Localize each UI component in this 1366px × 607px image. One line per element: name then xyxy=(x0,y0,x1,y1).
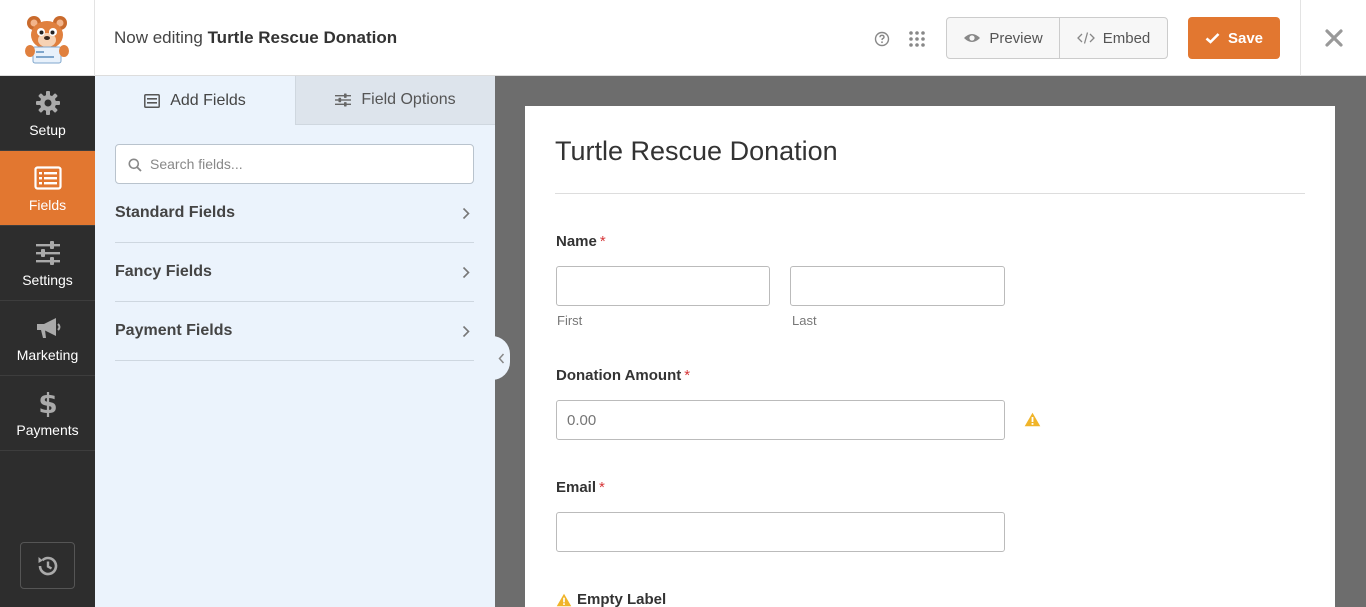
history-icon xyxy=(38,556,57,575)
nav-label-fields: Fields xyxy=(28,196,67,213)
name-label-text: Name xyxy=(556,233,597,250)
email-field-label[interactable]: Email * xyxy=(556,479,605,496)
warning-icon xyxy=(556,593,572,606)
fields-list-icon xyxy=(33,165,62,190)
search-fields-input[interactable] xyxy=(150,145,460,183)
embed-button[interactable]: Embed xyxy=(1060,18,1167,58)
search-icon xyxy=(128,158,142,172)
builder-sidebar: Setup Fields Settings Marketing $ Paymen… xyxy=(0,76,95,607)
form-title: Turtle Rescue Donation xyxy=(555,136,838,166)
megaphone-icon xyxy=(36,317,60,338)
preview-label: Preview xyxy=(989,29,1043,47)
first-sublabel: First xyxy=(557,313,583,328)
bear-logo-icon xyxy=(25,16,69,64)
nav-item-settings[interactable]: Settings xyxy=(0,226,95,301)
name-field-label[interactable]: Name * xyxy=(556,233,606,250)
gear-icon xyxy=(35,90,60,115)
close-button[interactable] xyxy=(1300,0,1366,76)
revisions-button[interactable] xyxy=(20,542,75,589)
form-title-divider xyxy=(555,193,1305,194)
fancy-fields-group[interactable]: Fancy Fields xyxy=(115,243,474,302)
chevron-left-icon xyxy=(497,353,504,363)
required-asterisk: * xyxy=(599,479,605,496)
donation-label-text: Donation Amount xyxy=(556,367,682,384)
form-preview-card: Turtle Rescue Donation Name * First Last … xyxy=(525,106,1335,607)
eye-icon xyxy=(964,34,981,42)
nav-label-setup: Setup xyxy=(29,121,66,138)
save-label: Save xyxy=(1227,29,1264,47)
options-sliders-icon xyxy=(335,93,352,107)
apps-grid-icon[interactable] xyxy=(908,30,926,48)
nav-item-setup[interactable]: Setup xyxy=(0,76,95,151)
chevron-right-icon xyxy=(462,266,470,278)
nav-label-marketing: Marketing xyxy=(16,346,79,363)
warning-icon xyxy=(1024,412,1041,427)
embed-label: Embed xyxy=(1102,29,1151,47)
preview-embed-group: Preview Embed xyxy=(946,17,1168,59)
standard-fields-group[interactable]: Standard Fields xyxy=(115,184,474,243)
nav-item-marketing[interactable]: Marketing xyxy=(0,301,95,376)
page-title: Now editing Turtle Rescue Donation xyxy=(114,28,397,48)
group-label-fancy: Fancy Fields xyxy=(115,263,212,280)
nav-label-settings: Settings xyxy=(22,271,73,288)
tab-add-fields[interactable]: Add Fields xyxy=(95,76,295,125)
help-icon[interactable] xyxy=(873,30,891,48)
group-label-payment: Payment Fields xyxy=(115,322,233,339)
email-input[interactable] xyxy=(556,512,1005,552)
code-icon xyxy=(1076,32,1095,44)
empty-label-text: Empty Label xyxy=(577,591,667,607)
group-label-standard: Standard Fields xyxy=(115,204,236,221)
nav-label-payments: Payments xyxy=(16,421,79,438)
chevron-right-icon xyxy=(462,207,470,219)
nav-item-payments[interactable]: $ Payments xyxy=(0,376,95,451)
tab-label-field-options: Field Options xyxy=(361,91,456,108)
nav-item-fields[interactable]: Fields xyxy=(0,151,95,226)
empty-label-field[interactable]: Empty Label xyxy=(556,591,666,607)
donation-amount-input[interactable] xyxy=(556,400,1005,440)
tab-field-options[interactable]: Field Options xyxy=(295,76,495,125)
donation-amount-label[interactable]: Donation Amount * xyxy=(556,367,690,384)
save-button[interactable]: Save xyxy=(1188,17,1280,59)
last-sublabel: Last xyxy=(792,313,817,328)
sliders-icon xyxy=(35,240,60,265)
svg-text:$: $ xyxy=(38,389,57,417)
list-icon xyxy=(144,93,161,108)
wpforms-logo[interactable] xyxy=(0,0,95,76)
panel-tabs: Add Fields Field Options xyxy=(95,76,495,125)
search-field-box xyxy=(115,144,474,184)
top-bar: Now editing Turtle Rescue Donation Previ… xyxy=(0,0,1366,76)
tab-label-add-fields: Add Fields xyxy=(170,91,246,109)
last-name-input[interactable] xyxy=(790,266,1005,306)
payment-fields-group[interactable]: Payment Fields xyxy=(115,302,474,361)
fields-panel: Add Fields Field Options Standard xyxy=(95,76,495,607)
checkmark-icon xyxy=(1205,33,1220,44)
dollar-icon: $ xyxy=(38,389,57,417)
required-asterisk: * xyxy=(599,233,606,250)
preview-button[interactable]: Preview xyxy=(947,18,1060,58)
form-name: Turtle Rescue Donation xyxy=(207,28,398,47)
chevron-right-icon xyxy=(462,325,470,337)
editing-prefix: Now editing xyxy=(114,28,203,47)
required-asterisk: * xyxy=(684,367,691,384)
email-label-text: Email xyxy=(556,479,597,496)
first-name-input[interactable] xyxy=(556,266,770,306)
close-icon xyxy=(1324,29,1343,47)
